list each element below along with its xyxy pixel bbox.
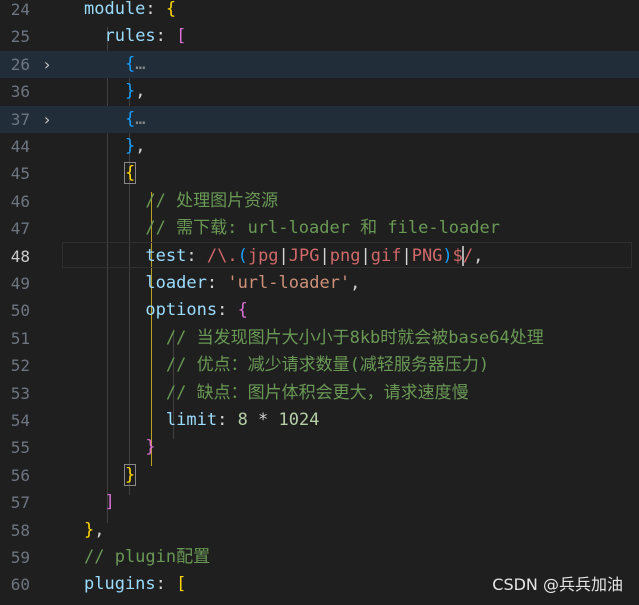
line-number: 47	[10, 219, 30, 239]
line-number: 51	[10, 328, 30, 348]
code-line[interactable]: 49 loader: 'url-loader',	[0, 270, 639, 297]
line-number: 53	[10, 383, 30, 403]
code-text: },	[124, 81, 146, 102]
line-number: 45	[10, 164, 30, 184]
code-text: test: /\.(jpg|JPG|png|gif|PNG)$/,	[145, 245, 484, 266]
code-text: },	[84, 519, 105, 540]
line-number: 24	[10, 0, 30, 19]
line-number: 57	[10, 493, 30, 513]
code-comment: // 缺点：图片体积会更大，请求速度慢	[84, 382, 469, 403]
folded-ellipsis[interactable]: …	[135, 54, 145, 74]
line-number: 55	[10, 438, 30, 458]
line-number: 25	[10, 27, 30, 47]
code-line[interactable]: 57 ]	[0, 489, 639, 516]
folded-ellipsis[interactable]: …	[135, 109, 145, 129]
code-text: module: {	[84, 0, 177, 19]
code-text: }	[145, 437, 156, 458]
chevron-right-icon[interactable]: ›	[40, 51, 54, 78]
line-number: 56	[10, 465, 30, 485]
code-line[interactable]: 51 // 当发现图片大小小于8kb时就会被base64处理	[0, 325, 639, 352]
line-number: 49	[10, 274, 30, 293]
code-text: options: {	[145, 300, 248, 321]
code-line[interactable]: 54 limit: 8 * 1024	[0, 407, 639, 434]
line-number: 59	[10, 548, 30, 567]
code-line[interactable]: 24 module: {	[0, 0, 639, 23]
code-line[interactable]: 58 },	[0, 517, 639, 544]
code-text: },	[124, 136, 146, 156]
line-number: 48	[10, 246, 30, 266]
code-text: {…	[124, 108, 146, 129]
code-text: plugins: [	[84, 574, 187, 595]
line-number: 44	[10, 137, 30, 156]
code-line-folded[interactable]: 26 › {…	[0, 50, 639, 79]
code-comment: // plugin配置	[84, 547, 211, 567]
code-text: }	[123, 463, 137, 486]
code-comment: // 处理图片资源	[84, 190, 279, 211]
code-line[interactable]: 44 },	[0, 133, 639, 160]
line-number: 52	[10, 356, 30, 376]
code-line[interactable]: 45 {	[0, 160, 639, 187]
code-line[interactable]: 59 // plugin配置	[0, 544, 639, 571]
code-line[interactable]: 50 options: {	[0, 297, 639, 324]
code-line[interactable]: 36 },	[0, 78, 639, 105]
code-line[interactable]: 56 }	[0, 462, 639, 489]
code-line[interactable]: 46 // 处理图片资源	[0, 188, 639, 215]
line-number: 54	[10, 411, 30, 430]
line-number: 60	[10, 575, 30, 595]
code-text: {…	[124, 53, 146, 74]
line-number: 37	[10, 109, 30, 129]
line-number: 46	[10, 191, 30, 211]
code-text: limit: 8 * 1024	[165, 410, 320, 430]
code-comment: // 优点：减少请求数量(减轻服务器压力)	[84, 355, 490, 376]
code-text: loader: 'url-loader',	[145, 273, 361, 293]
code-line-folded[interactable]: 37 › {…	[0, 105, 639, 133]
line-number: 58	[10, 520, 30, 540]
code-line[interactable]: 53 // 缺点：图片体积会更大，请求速度慢	[0, 380, 639, 407]
code-text: rules: [	[104, 26, 187, 47]
line-number: 36	[10, 82, 30, 102]
code-comment: // 当发现图片大小小于8kb时就会被base64处理	[84, 327, 544, 348]
code-editor[interactable]: 24 module: { 25 rules: [ 26 › {… 36 }, 3…	[0, 0, 639, 605]
code-comment: // 需下载: url-loader 和 file-loader	[84, 218, 500, 239]
code-text: ]	[104, 492, 115, 513]
line-number: 26	[10, 54, 30, 74]
code-line[interactable]: 25 rules: [	[0, 23, 639, 50]
line-number: 50	[10, 301, 30, 321]
chevron-right-icon[interactable]: ›	[40, 106, 54, 133]
code-line-current[interactable]: 48 test: /\.(jpg|JPG|png|gif|PNG)$/,	[0, 243, 639, 270]
code-line[interactable]: 55 }	[0, 434, 639, 461]
code-line[interactable]: 52 // 优点：减少请求数量(减轻服务器压力)	[0, 352, 639, 379]
code-line[interactable]: 47 // 需下载: url-loader 和 file-loader	[0, 215, 639, 242]
code-text: {	[123, 162, 137, 185]
watermark: CSDN @兵兵加油	[492, 575, 623, 594]
